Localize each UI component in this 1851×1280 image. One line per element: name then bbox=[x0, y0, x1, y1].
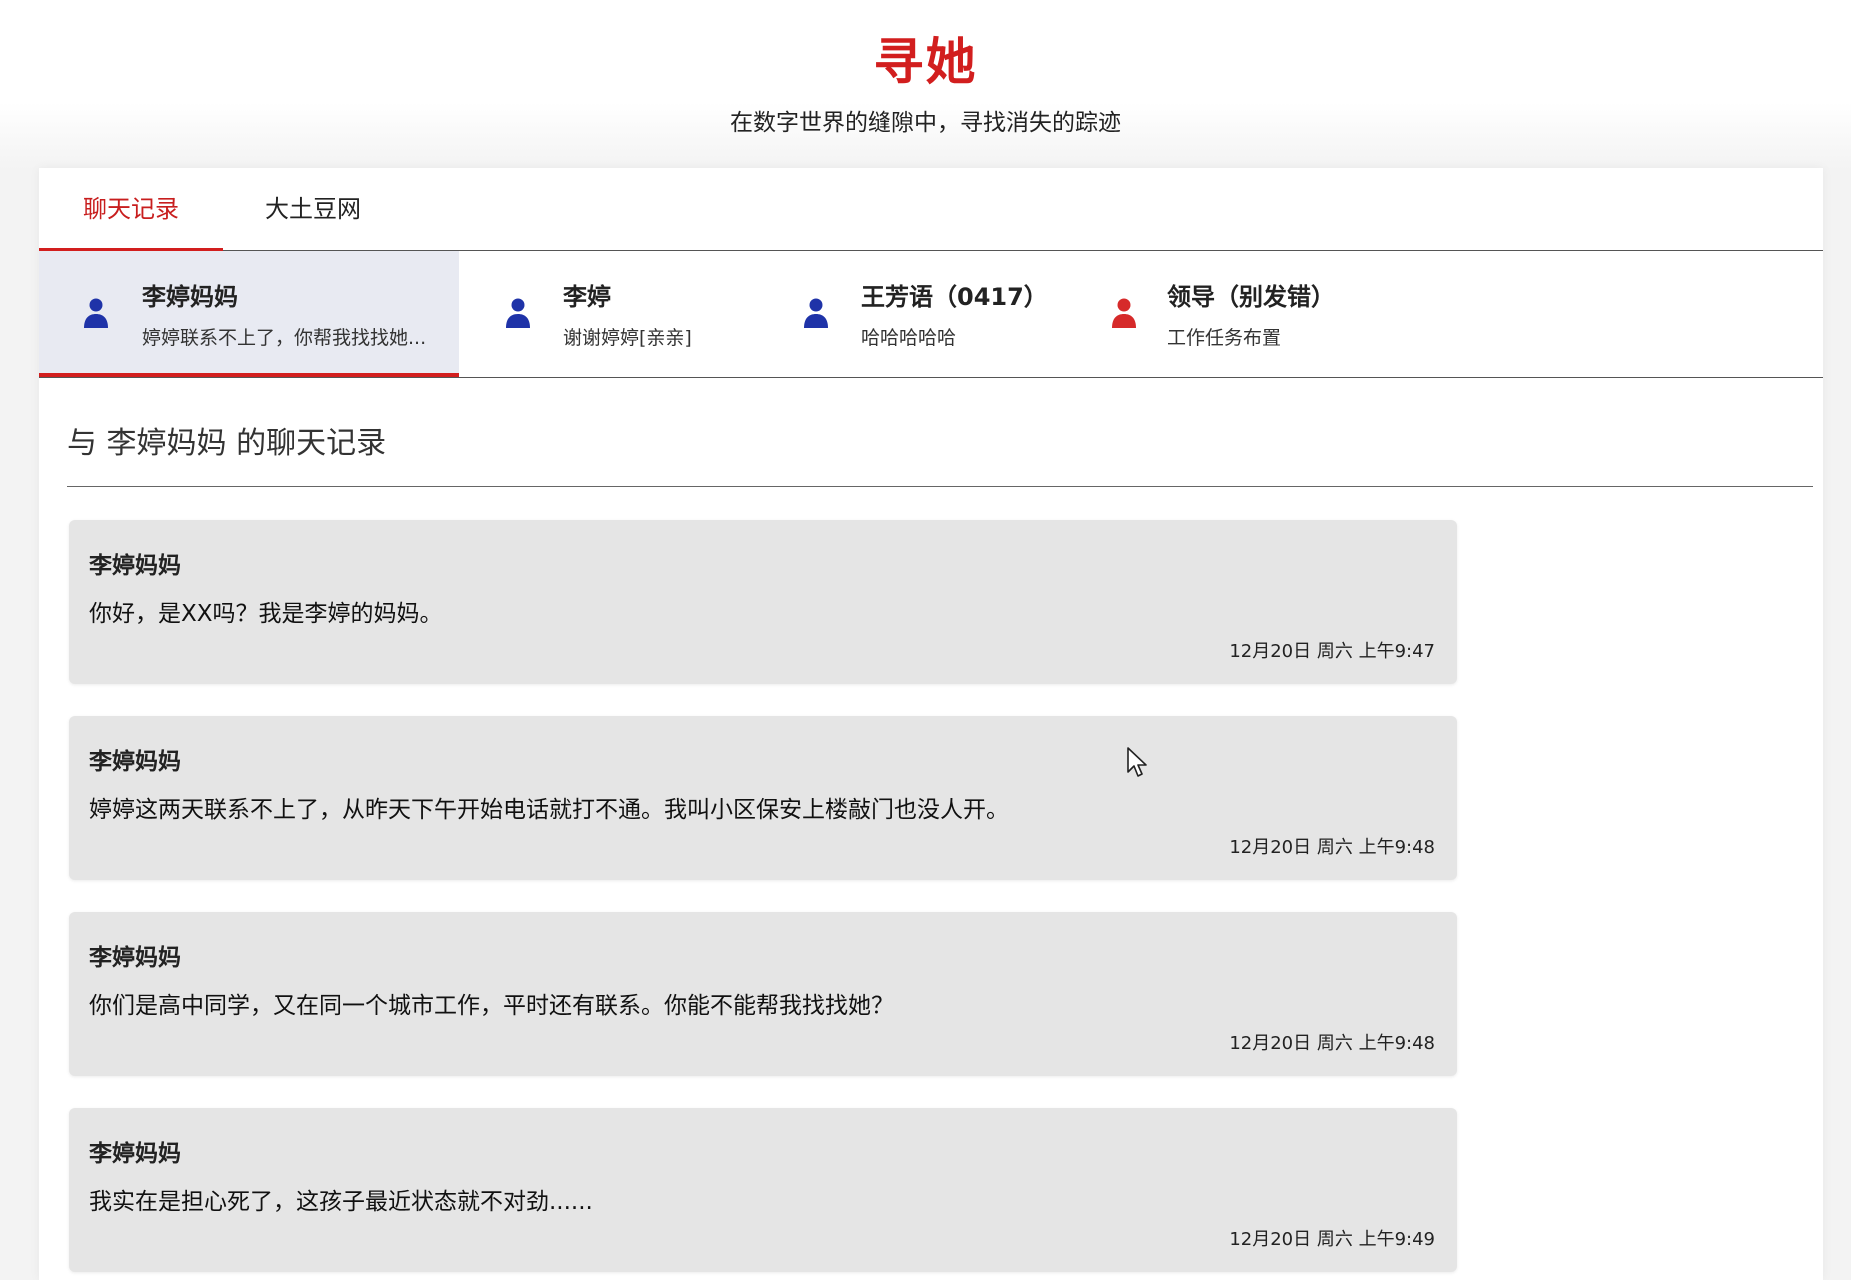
user-icon bbox=[84, 298, 108, 328]
contact-item-li-ting-mom[interactable]: 李婷妈妈 婷婷联系不上了，你帮我找找她... bbox=[39, 251, 459, 377]
site-title: 寻她 bbox=[873, 33, 978, 91]
message-time: 12月20日 周六 上午9:48 bbox=[1229, 837, 1435, 858]
message-text: 你们是高中同学，又在同一个城市工作，平时还有联系。你能不能帮我找找她？ bbox=[89, 993, 894, 1019]
tab-label: 大土豆网 bbox=[265, 195, 361, 223]
tab-potato-site[interactable]: 大土豆网 bbox=[223, 168, 403, 250]
site-subtitle: 在数字世界的缝隙中，寻找消失的踪迹 bbox=[730, 110, 1121, 136]
main-panel: 聊天记录 大土豆网 李婷妈妈 婷婷联系不上了，你帮我找找她... 李婷 谢谢婷婷… bbox=[39, 168, 1823, 1280]
contact-name: 李婷妈妈 bbox=[142, 283, 238, 311]
user-icon bbox=[506, 298, 530, 328]
contact-item-wang-fangyu[interactable]: 王芳语（0417） 哈哈哈哈哈 bbox=[759, 251, 1065, 377]
contact-preview: 婷婷联系不上了，你帮我找找她... bbox=[142, 327, 427, 349]
message-text: 婷婷这两天联系不上了，从昨天下午开始电话就打不通。我叫小区保安上楼敲门也没人开。 bbox=[89, 797, 1009, 823]
tab-chat-records[interactable]: 聊天记录 bbox=[39, 168, 223, 252]
message-time: 12月20日 周六 上午9:48 bbox=[1229, 1033, 1435, 1054]
contact-item-leader[interactable]: 领导（别发错） 工作任务布置 bbox=[1065, 251, 1385, 377]
message-time: 12月20日 周六 上午9:47 bbox=[1229, 641, 1435, 662]
contact-item-li-ting[interactable]: 李婷 谢谢婷婷[亲亲] bbox=[459, 251, 759, 377]
tab-label: 聊天记录 bbox=[83, 195, 179, 223]
message-bubble: 李婷妈妈 我实在是担心死了，这孩子最近状态就不对劲...... 12月20日 周… bbox=[69, 1108, 1457, 1272]
user-icon bbox=[1112, 298, 1136, 328]
user-icon bbox=[804, 298, 828, 328]
message-sender: 李婷妈妈 bbox=[89, 945, 181, 971]
message-bubble: 李婷妈妈 婷婷这两天联系不上了，从昨天下午开始电话就打不通。我叫小区保安上楼敲门… bbox=[69, 716, 1457, 880]
tab-bar: 聊天记录 大土豆网 bbox=[39, 168, 1823, 252]
message-time: 12月20日 周六 上午9:49 bbox=[1229, 1229, 1435, 1250]
contact-list: 李婷妈妈 婷婷联系不上了，你帮我找找她... 李婷 谢谢婷婷[亲亲] 王芳语（0… bbox=[39, 251, 1823, 378]
message-bubble: 李婷妈妈 你好，是XX吗？我是李婷的妈妈。 12月20日 周六 上午9:47 bbox=[69, 520, 1457, 684]
divider bbox=[67, 486, 1813, 487]
mouse-cursor-icon bbox=[1127, 747, 1147, 777]
contact-name: 领导（别发错） bbox=[1167, 283, 1335, 311]
page-header: 寻她 在数字世界的缝隙中，寻找消失的踪迹 bbox=[0, 0, 1851, 170]
contact-preview: 谢谢婷婷[亲亲] bbox=[563, 327, 692, 349]
message-sender: 李婷妈妈 bbox=[89, 1141, 181, 1167]
contact-name: 李婷 bbox=[563, 283, 611, 311]
message-bubble: 李婷妈妈 你们是高中同学，又在同一个城市工作，平时还有联系。你能不能帮我找找她？… bbox=[69, 912, 1457, 1076]
message-text: 你好，是XX吗？我是李婷的妈妈。 bbox=[89, 601, 443, 627]
contact-name: 王芳语（0417） bbox=[861, 283, 1048, 311]
chat-title: 与 李婷妈妈 的聊天记录 bbox=[67, 426, 387, 461]
message-sender: 李婷妈妈 bbox=[89, 553, 181, 579]
contact-preview: 哈哈哈哈哈 bbox=[861, 327, 957, 349]
contact-preview: 工作任务布置 bbox=[1167, 327, 1282, 349]
message-sender: 李婷妈妈 bbox=[89, 749, 181, 775]
message-text: 我实在是担心死了，这孩子最近状态就不对劲...... bbox=[89, 1189, 593, 1215]
